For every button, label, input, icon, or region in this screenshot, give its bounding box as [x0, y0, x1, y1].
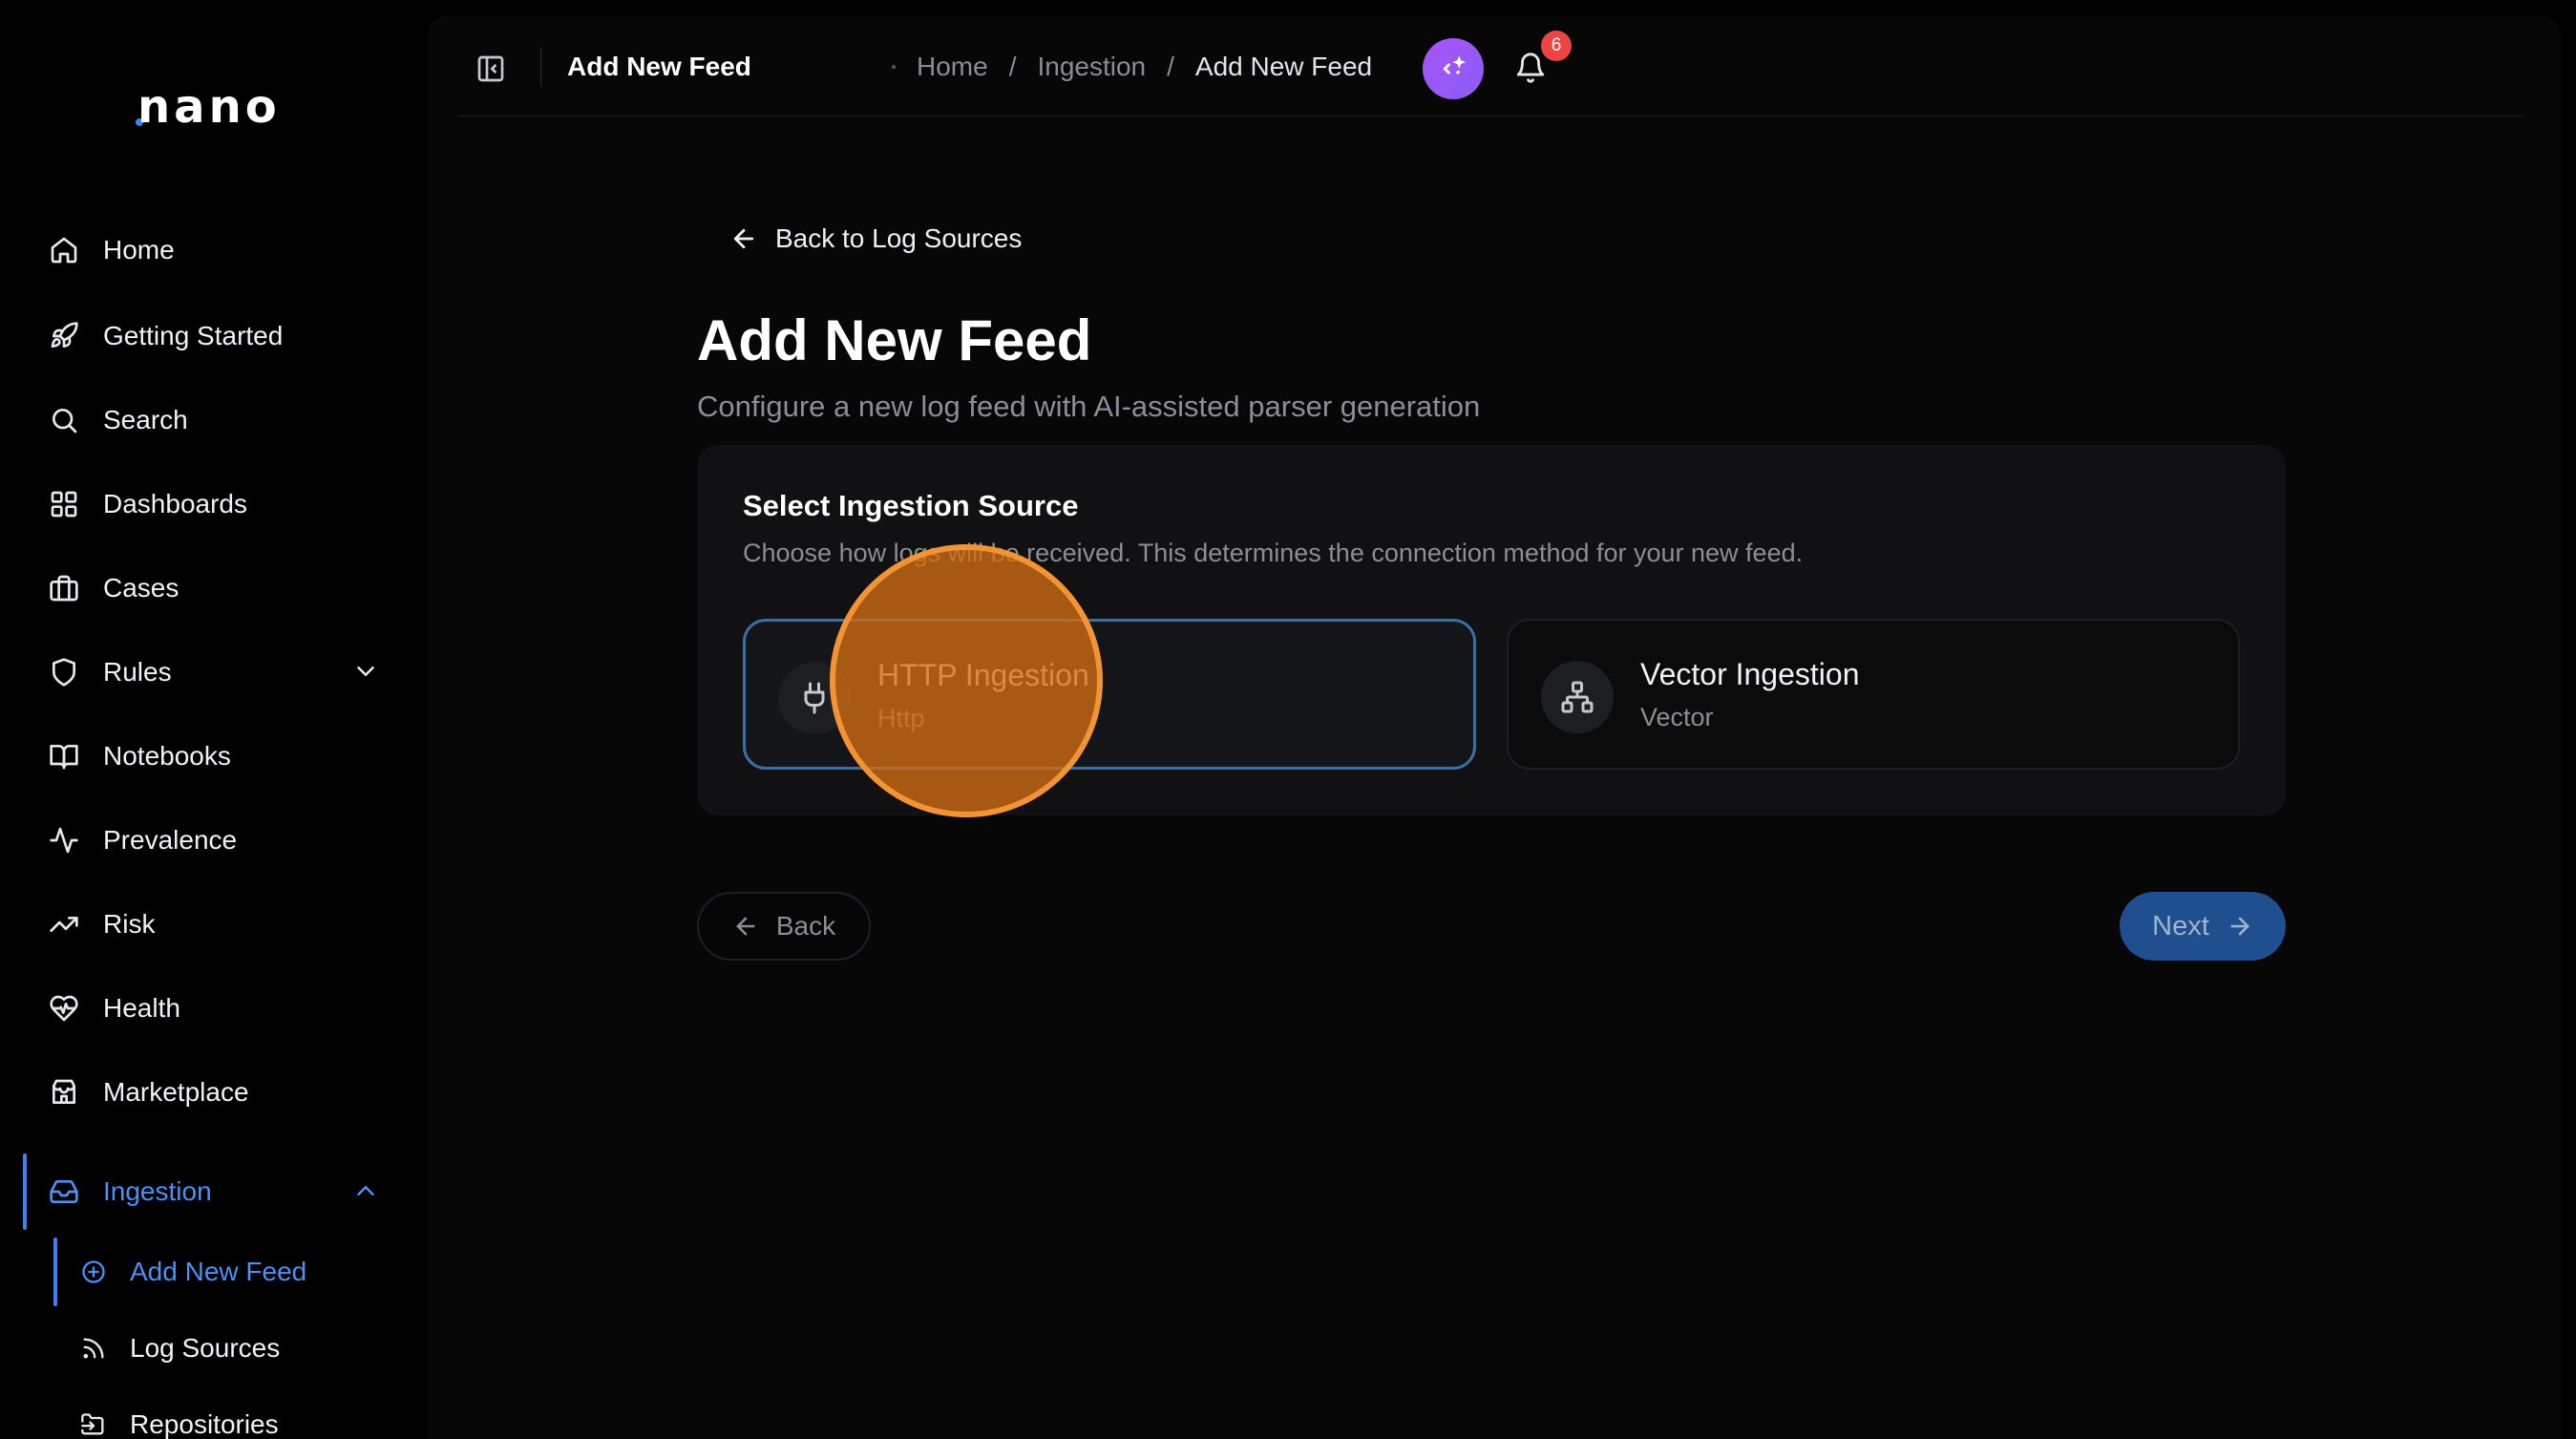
sidebar-subitem-log-sources[interactable]: Log Sources: [53, 1318, 416, 1379]
sidebar-item-cases[interactable]: Cases: [0, 558, 428, 619]
sidebar-item-getting-started[interactable]: Getting Started: [0, 306, 428, 367]
plus-circle-icon: [82, 1260, 105, 1283]
bell-icon[interactable]: [1514, 52, 1549, 86]
option-type: Http: [877, 704, 925, 732]
breadcrumb-current: Add New Feed: [1194, 52, 1373, 81]
topbar-divider: [540, 48, 541, 86]
sidebar-subitem-label: Add New Feed: [130, 1257, 307, 1286]
heart-pulse-icon: [48, 992, 80, 1025]
breadcrumb-separator: /: [1008, 52, 1017, 81]
inbox-icon: [48, 1175, 80, 1208]
store-icon: [48, 1076, 80, 1109]
page-subtitle: Configure a new log feed with AI-assiste…: [697, 390, 1481, 423]
sidebar-toggle-icon[interactable]: [475, 53, 506, 84]
next-button-label: Next: [2152, 910, 2209, 942]
card-description: Choose how logs will be received. This d…: [743, 539, 1804, 567]
sidebar-item-health[interactable]: Health: [0, 978, 428, 1039]
sidebar-item-label: Cases: [103, 573, 179, 603]
arrow-left-icon: [736, 917, 755, 936]
sidebar-item-search[interactable]: Search: [0, 390, 428, 451]
sidebar-subitem-label: Log Sources: [130, 1333, 281, 1363]
arrow-right-icon: [2230, 917, 2249, 936]
sidebar-item-label: Prevalence: [103, 825, 238, 855]
sidebar-item-prevalence[interactable]: Prevalence: [0, 810, 428, 871]
shield-icon: [48, 656, 80, 688]
arrow-left-icon: [733, 228, 754, 249]
briefcase-icon: [48, 572, 80, 604]
notification-badge: 6: [1541, 31, 1572, 61]
back-button[interactable]: Back: [697, 892, 871, 961]
back-to-log-sources-link[interactable]: Back to Log Sources: [729, 223, 1022, 254]
sidebar-item-label: Getting Started: [103, 321, 284, 350]
folder-input-icon: [81, 1413, 104, 1435]
plug-icon: [778, 662, 851, 734]
sidebar-item-marketplace[interactable]: Marketplace: [0, 1062, 428, 1123]
logo: nano: [136, 80, 281, 134]
chevron-down-icon[interactable]: [351, 657, 380, 692]
chevron-up-icon[interactable]: [351, 1176, 380, 1212]
sidebar-item-label: Ingestion: [103, 1176, 212, 1206]
sidebar-item-label: Risk: [103, 909, 156, 939]
vector-ingestion-option[interactable]: Vector Ingestion Vector: [1507, 619, 2240, 770]
main-panel: Add New Feed Home / Ingestion / Add New …: [428, 15, 2561, 1439]
sidebar-item-dashboards[interactable]: Dashboards: [0, 474, 428, 535]
sidebar-item-label: Notebooks: [103, 741, 231, 771]
option-name: Vector Ingestion: [1640, 657, 1860, 691]
http-ingestion-option[interactable]: HTTP Ingestion Http: [743, 619, 1476, 770]
breadcrumb-ingestion[interactable]: Ingestion: [1037, 52, 1146, 82]
ingestion-source-card: Select Ingestion Source Choose how logs …: [697, 445, 2286, 815]
breadcrumb-home[interactable]: Home: [917, 52, 988, 82]
network-icon: [1541, 661, 1614, 733]
sidebar-item-risk[interactable]: Risk: [0, 894, 428, 955]
ai-assistant-button[interactable]: [1423, 38, 1484, 99]
sidebar-item-label: Rules: [103, 657, 172, 687]
book-icon: [48, 740, 80, 772]
grid-icon: [48, 488, 80, 520]
trending-up-icon: [48, 908, 80, 941]
sidebar-item-label: Health: [103, 993, 180, 1023]
sidebar: nano Home Getting Started Search Dashboa…: [0, 0, 428, 1439]
sparkle-code-icon: [1443, 55, 1467, 74]
sidebar-subitem-add-new-feed[interactable]: Add New Feed: [53, 1241, 416, 1302]
topbar: Add New Feed Home / Ingestion / Add New …: [458, 15, 2523, 116]
option-type: Vector: [1640, 703, 1714, 731]
sidebar-item-rules[interactable]: Rules: [0, 642, 428, 703]
page-title: Add New Feed: [697, 308, 1092, 372]
rss-icon: [83, 1338, 104, 1359]
sidebar-item-home[interactable]: Home: [0, 220, 428, 281]
sidebar-subitem-label: Repositories: [130, 1409, 279, 1439]
sidebar-item-label: Dashboards: [103, 489, 247, 518]
sidebar-item-label: Marketplace: [103, 1077, 249, 1107]
sidebar-item-label: Home: [103, 235, 175, 265]
sidebar-subitem-repositories[interactable]: Repositories: [53, 1394, 416, 1439]
back-link-label: Back to Log Sources: [775, 223, 1023, 253]
breadcrumb: Home / Ingestion / Add New Feed: [892, 52, 1373, 82]
card-title: Select Ingestion Source: [743, 489, 1079, 522]
breadcrumb-separator: /: [1167, 52, 1174, 81]
sidebar-item-notebooks[interactable]: Notebooks: [0, 726, 428, 787]
home-icon: [48, 234, 80, 266]
breadcrumb-dot: [892, 65, 896, 69]
sidebar-item-ingestion[interactable]: Ingestion: [0, 1161, 428, 1222]
back-button-label: Back: [775, 911, 836, 941]
page-header-title: Add New Feed: [567, 52, 751, 81]
app-window: nano Home Getting Started Search Dashboa…: [0, 0, 2576, 1439]
activity-icon: [48, 824, 80, 857]
search-icon: [48, 404, 80, 436]
next-button[interactable]: Next: [2120, 892, 2286, 961]
option-name: HTTP Ingestion: [877, 658, 1089, 692]
rocket-icon: [48, 320, 80, 352]
sidebar-item-label: Search: [103, 405, 188, 434]
